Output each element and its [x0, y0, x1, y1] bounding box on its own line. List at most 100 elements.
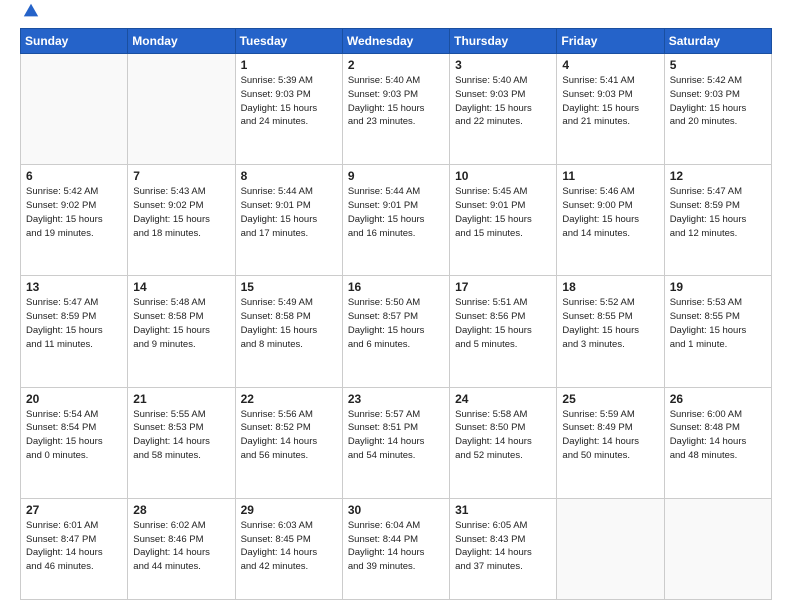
- day-info: Sunrise: 5:52 AM Sunset: 8:55 PM Dayligh…: [562, 296, 658, 351]
- day-number: 17: [455, 280, 551, 294]
- calendar-cell: 7 Sunrise: 5:43 AM Sunset: 9:02 PM Daylig…: [128, 165, 235, 276]
- day-number: 11: [562, 169, 658, 183]
- day-info: Sunrise: 5:48 AM Sunset: 8:58 PM Dayligh…: [133, 296, 229, 351]
- day-info: Sunrise: 5:46 AM Sunset: 9:00 PM Dayligh…: [562, 185, 658, 240]
- day-number: 25: [562, 392, 658, 406]
- calendar-cell: 2 Sunrise: 5:40 AM Sunset: 9:03 PM Daylig…: [342, 54, 449, 165]
- day-info: Sunrise: 6:04 AM Sunset: 8:44 PM Dayligh…: [348, 519, 444, 574]
- calendar-header-friday: Friday: [557, 29, 664, 54]
- day-info: Sunrise: 6:05 AM Sunset: 8:43 PM Dayligh…: [455, 519, 551, 574]
- calendar-cell: 21Sunrise: 5:55 AM Sunset: 8:53 PM Dayli…: [128, 387, 235, 498]
- calendar-cell: 18 Sunrise: 5:52 AM Sunset: 8:55 PM Dayli…: [557, 276, 664, 387]
- day-number: 14: [133, 280, 229, 294]
- day-info: Sunrise: 6:01 AM Sunset: 8:47 PM Dayligh…: [26, 519, 122, 574]
- day-number: 20: [26, 392, 122, 406]
- day-info: Sunrise: 5:57 AM Sunset: 8:51 PM Dayligh…: [348, 408, 444, 463]
- calendar-cell: 13Sunrise: 5:47 AM Sunset: 8:59 PM Dayli…: [21, 276, 128, 387]
- calendar-cell: 9 Sunrise: 5:44 AM Sunset: 9:01 PM Daylig…: [342, 165, 449, 276]
- calendar-cell: 14 Sunrise: 5:48 AM Sunset: 8:58 PM Dayli…: [128, 276, 235, 387]
- calendar-cell: 17 Sunrise: 5:51 AM Sunset: 8:56 PM Dayli…: [450, 276, 557, 387]
- calendar-cell: 30 Sunrise: 6:04 AM Sunset: 8:44 PM Dayli…: [342, 498, 449, 599]
- day-number: 3: [455, 58, 551, 72]
- calendar-cell: 16 Sunrise: 5:50 AM Sunset: 8:57 PM Dayli…: [342, 276, 449, 387]
- calendar-cell: 4 Sunrise: 5:41 AM Sunset: 9:03 PM Daylig…: [557, 54, 664, 165]
- calendar-cell: 31 Sunrise: 6:05 AM Sunset: 8:43 PM Dayli…: [450, 498, 557, 599]
- calendar-week-4: 20 Sunrise: 5:54 AM Sunset: 8:54 PM Dayli…: [21, 387, 772, 498]
- day-info: Sunrise: 5:47 AM Sunset: 8:59 PM Dayligh…: [670, 185, 766, 240]
- day-number: 2: [348, 58, 444, 72]
- calendar-cell: 19 Sunrise: 5:53 AM Sunset: 8:55 PM Dayli…: [664, 276, 771, 387]
- calendar-week-2: 6 Sunrise: 5:42 AM Sunset: 9:02 PM Daylig…: [21, 165, 772, 276]
- day-number: 5: [670, 58, 766, 72]
- calendar-cell: 23 Sunrise: 5:57 AM Sunset: 8:51 PM Dayli…: [342, 387, 449, 498]
- day-number: 23: [348, 392, 444, 406]
- calendar-header-row: SundayMondayTuesdayWednesdayThursdayFrid…: [21, 29, 772, 54]
- calendar-header-monday: Monday: [128, 29, 235, 54]
- calendar-cell: 24Sunrise: 5:58 AM Sunset: 8:50 PM Dayli…: [450, 387, 557, 498]
- calendar-cell: 11 Sunrise: 5:46 AM Sunset: 9:00 PM Dayli…: [557, 165, 664, 276]
- day-number: 4: [562, 58, 658, 72]
- calendar-header-wednesday: Wednesday: [342, 29, 449, 54]
- day-info: Sunrise: 5:44 AM Sunset: 9:01 PM Dayligh…: [348, 185, 444, 240]
- day-number: 18: [562, 280, 658, 294]
- day-number: 7: [133, 169, 229, 183]
- calendar-header-tuesday: Tuesday: [235, 29, 342, 54]
- day-info: Sunrise: 5:40 AM Sunset: 9:03 PM Dayligh…: [348, 74, 444, 129]
- calendar-cell: 15 Sunrise: 5:49 AM Sunset: 8:58 PM Dayli…: [235, 276, 342, 387]
- day-info: Sunrise: 5:54 AM Sunset: 8:54 PM Dayligh…: [26, 408, 122, 463]
- day-number: 29: [241, 503, 337, 517]
- calendar-cell: 5Sunrise: 5:42 AM Sunset: 9:03 PM Daylig…: [664, 54, 771, 165]
- day-info: Sunrise: 5:53 AM Sunset: 8:55 PM Dayligh…: [670, 296, 766, 351]
- day-info: Sunrise: 6:02 AM Sunset: 8:46 PM Dayligh…: [133, 519, 229, 574]
- day-number: 22: [241, 392, 337, 406]
- day-number: 26: [670, 392, 766, 406]
- day-info: Sunrise: 6:03 AM Sunset: 8:45 PM Dayligh…: [241, 519, 337, 574]
- day-info: Sunrise: 5:47 AM Sunset: 8:59 PM Dayligh…: [26, 296, 122, 351]
- day-info: Sunrise: 5:44 AM Sunset: 9:01 PM Dayligh…: [241, 185, 337, 240]
- calendar-cell: [557, 498, 664, 599]
- day-info: Sunrise: 5:43 AM Sunset: 9:02 PM Dayligh…: [133, 185, 229, 240]
- day-info: Sunrise: 5:56 AM Sunset: 8:52 PM Dayligh…: [241, 408, 337, 463]
- calendar-cell: 28Sunrise: 6:02 AM Sunset: 8:46 PM Dayli…: [128, 498, 235, 599]
- calendar-week-5: 27 Sunrise: 6:01 AM Sunset: 8:47 PM Dayli…: [21, 498, 772, 599]
- day-info: Sunrise: 5:39 AM Sunset: 9:03 PM Dayligh…: [241, 74, 337, 129]
- header: [20, 16, 772, 20]
- day-info: Sunrise: 5:58 AM Sunset: 8:50 PM Dayligh…: [455, 408, 551, 463]
- day-info: Sunrise: 5:40 AM Sunset: 9:03 PM Dayligh…: [455, 74, 551, 129]
- calendar-cell: [128, 54, 235, 165]
- day-number: 31: [455, 503, 551, 517]
- calendar-cell: 29 Sunrise: 6:03 AM Sunset: 8:45 PM Dayli…: [235, 498, 342, 599]
- day-info: Sunrise: 5:50 AM Sunset: 8:57 PM Dayligh…: [348, 296, 444, 351]
- calendar-header-sunday: Sunday: [21, 29, 128, 54]
- calendar-week-3: 13Sunrise: 5:47 AM Sunset: 8:59 PM Dayli…: [21, 276, 772, 387]
- day-number: 1: [241, 58, 337, 72]
- day-info: Sunrise: 5:51 AM Sunset: 8:56 PM Dayligh…: [455, 296, 551, 351]
- day-info: Sunrise: 5:59 AM Sunset: 8:49 PM Dayligh…: [562, 408, 658, 463]
- day-number: 30: [348, 503, 444, 517]
- day-number: 16: [348, 280, 444, 294]
- calendar-week-1: 1 Sunrise: 5:39 AM Sunset: 9:03 PM Daylig…: [21, 54, 772, 165]
- calendar-cell: 25 Sunrise: 5:59 AM Sunset: 8:49 PM Dayli…: [557, 387, 664, 498]
- day-info: Sunrise: 5:55 AM Sunset: 8:53 PM Dayligh…: [133, 408, 229, 463]
- calendar-cell: 10Sunrise: 5:45 AM Sunset: 9:01 PM Dayli…: [450, 165, 557, 276]
- calendar-cell: [21, 54, 128, 165]
- day-number: 15: [241, 280, 337, 294]
- day-number: 27: [26, 503, 122, 517]
- calendar-cell: 3 Sunrise: 5:40 AM Sunset: 9:03 PM Daylig…: [450, 54, 557, 165]
- day-number: 8: [241, 169, 337, 183]
- calendar-cell: [664, 498, 771, 599]
- day-number: 19: [670, 280, 766, 294]
- day-number: 10: [455, 169, 551, 183]
- page: SundayMondayTuesdayWednesdayThursdayFrid…: [0, 0, 792, 612]
- calendar-header-saturday: Saturday: [664, 29, 771, 54]
- logo-icon: [22, 2, 40, 20]
- day-info: Sunrise: 5:41 AM Sunset: 9:03 PM Dayligh…: [562, 74, 658, 129]
- day-number: 9: [348, 169, 444, 183]
- calendar-cell: 8 Sunrise: 5:44 AM Sunset: 9:01 PM Daylig…: [235, 165, 342, 276]
- day-info: Sunrise: 5:49 AM Sunset: 8:58 PM Dayligh…: [241, 296, 337, 351]
- day-info: Sunrise: 5:42 AM Sunset: 9:02 PM Dayligh…: [26, 185, 122, 240]
- calendar-cell: 26Sunrise: 6:00 AM Sunset: 8:48 PM Dayli…: [664, 387, 771, 498]
- day-number: 6: [26, 169, 122, 183]
- calendar-cell: 6 Sunrise: 5:42 AM Sunset: 9:02 PM Daylig…: [21, 165, 128, 276]
- day-number: 12: [670, 169, 766, 183]
